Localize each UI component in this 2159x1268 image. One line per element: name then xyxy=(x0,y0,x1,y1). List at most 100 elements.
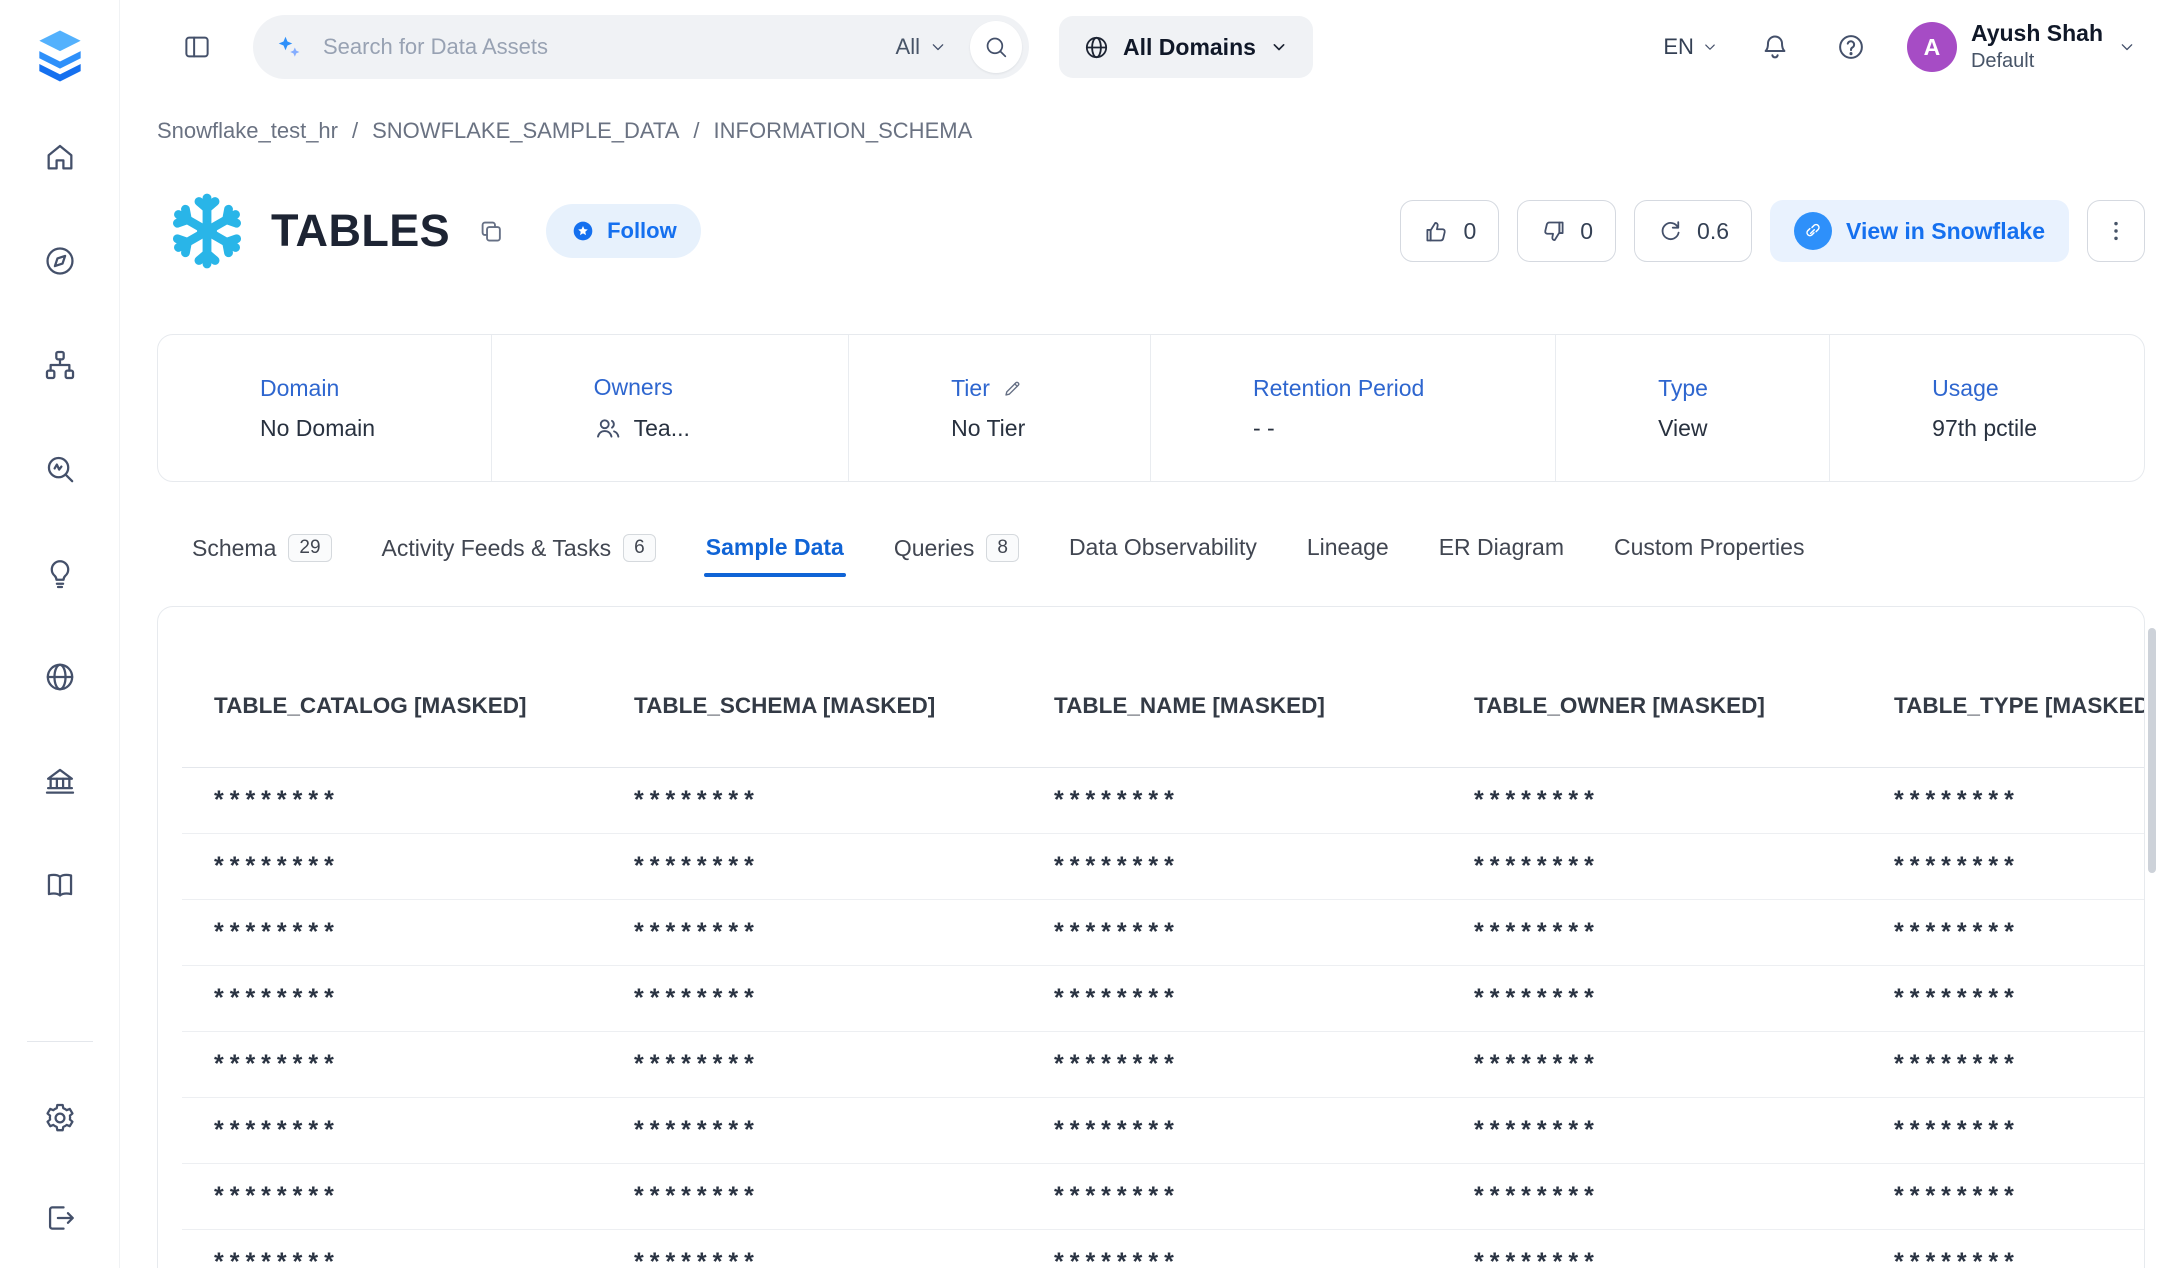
masked-cell: ******** xyxy=(1442,768,1862,834)
tab-data-observability[interactable]: Data Observability xyxy=(1067,530,1259,577)
breadcrumb-item-service[interactable]: Snowflake_test_hr xyxy=(157,118,338,144)
masked-cell: ******** xyxy=(1022,834,1442,900)
summary-value: 97th pctile xyxy=(1932,415,2037,442)
sidebar-item-domains[interactable] xyxy=(36,653,84,701)
table-row: **************************************** xyxy=(182,1230,2145,1268)
copy-name-button[interactable] xyxy=(472,212,510,250)
sidebar-item-data-assets[interactable] xyxy=(36,341,84,389)
summary-label-row[interactable]: Tier xyxy=(951,375,1150,402)
tab-custom-properties[interactable]: Custom Properties xyxy=(1612,530,1806,577)
sidebar-item-logout[interactable] xyxy=(36,1194,84,1242)
sidebar-item-govern[interactable] xyxy=(36,757,84,805)
link-icon xyxy=(1802,220,1824,242)
masked-cell: ******** xyxy=(182,1230,602,1268)
scrollbar-thumb[interactable] xyxy=(2148,628,2156,873)
view-in-service-button[interactable]: View in Snowflake xyxy=(1770,200,2069,262)
masked-cell: ******** xyxy=(1442,1098,1862,1164)
column-header: TABLE_NAME [MASKED] xyxy=(1022,623,1442,768)
summary-label-row[interactable]: Domain xyxy=(260,375,491,402)
tab-lineage[interactable]: Lineage xyxy=(1305,530,1391,577)
tab-label: Data Observability xyxy=(1069,534,1257,561)
tab-schema[interactable]: Schema 29 xyxy=(190,530,334,578)
refresh-icon xyxy=(1657,218,1684,245)
summary-value: No Tier xyxy=(951,415,1025,442)
sidebar-item-settings[interactable] xyxy=(36,1094,84,1142)
masked-cell: ******** xyxy=(1862,1032,2145,1098)
chevron-down-icon xyxy=(1701,38,1719,56)
masked-cell: ******** xyxy=(182,1098,602,1164)
tab-queries[interactable]: Queries 8 xyxy=(892,530,1021,578)
tab-er-diagram[interactable]: ER Diagram xyxy=(1437,530,1566,577)
ai-search-button[interactable] xyxy=(269,27,309,67)
logout-icon xyxy=(43,1201,77,1235)
search-input[interactable] xyxy=(323,34,882,60)
sample-data-table: TABLE_CATALOG [MASKED] TABLE_SCHEMA [MAS… xyxy=(182,623,2145,1268)
sidebar-item-home[interactable] xyxy=(36,133,84,181)
user-menu[interactable]: A Ayush Shah Default xyxy=(1907,20,2137,74)
table-row: **************************************** xyxy=(182,1032,2145,1098)
summary-value-row: - - xyxy=(1253,415,1555,442)
avatar: A xyxy=(1907,22,1957,72)
summary-value: No Domain xyxy=(260,415,375,442)
masked-cell: ******** xyxy=(1862,1230,2145,1268)
domains-dropdown-label: All Domains xyxy=(1123,34,1256,61)
summary-label-row[interactable]: Usage xyxy=(1932,375,2144,402)
global-search: All xyxy=(253,15,1029,79)
search-scope-dropdown[interactable]: All xyxy=(896,34,956,60)
follow-button[interactable]: Follow xyxy=(546,204,701,258)
masked-cell: ******** xyxy=(182,900,602,966)
gear-icon xyxy=(43,1101,77,1135)
summary-label-row[interactable]: Retention Period xyxy=(1253,375,1555,402)
breadcrumb-item-database[interactable]: SNOWFLAKE_SAMPLE_DATA xyxy=(372,118,679,144)
domains-dropdown[interactable]: All Domains xyxy=(1059,16,1313,78)
summary-value-row: No Domain xyxy=(260,415,491,442)
sidebar-item-glossary[interactable] xyxy=(36,861,84,909)
breadcrumb-item-schema[interactable]: INFORMATION_SCHEMA xyxy=(714,118,973,144)
masked-cell: ******** xyxy=(602,1098,1022,1164)
sidebar-item-insights[interactable] xyxy=(36,549,84,597)
search-button[interactable] xyxy=(970,21,1022,73)
masked-cell: ******** xyxy=(1442,1032,1862,1098)
edit-pencil-icon[interactable] xyxy=(1002,378,1023,399)
masked-cell: ******** xyxy=(1022,768,1442,834)
sidebar-item-observability[interactable] xyxy=(36,445,84,493)
tab-label: Custom Properties xyxy=(1614,534,1804,561)
hierarchy-icon xyxy=(43,348,77,382)
quality-score-button[interactable]: 0.6 xyxy=(1634,200,1752,262)
thumbs-down-icon xyxy=(1540,218,1567,245)
sidebar-item-explore[interactable] xyxy=(36,237,84,285)
main-content: All All Domains EN xyxy=(120,0,2159,1268)
summary-label-row[interactable]: Type xyxy=(1658,375,1829,402)
language-selector[interactable]: EN xyxy=(1663,34,1719,60)
sidebar-nav xyxy=(36,133,84,909)
summary-value: - - xyxy=(1253,415,1275,442)
help-button[interactable] xyxy=(1831,27,1871,67)
table-header-row: TABLE_CATALOG [MASKED] TABLE_SCHEMA [MAS… xyxy=(182,623,2145,768)
breadcrumb: Snowflake_test_hr / SNOWFLAKE_SAMPLE_DAT… xyxy=(157,118,2145,144)
search-icon xyxy=(983,34,1009,60)
notifications-button[interactable] xyxy=(1755,27,1795,67)
masked-cell: ******** xyxy=(602,966,1022,1032)
page-title: TABLES xyxy=(271,205,450,257)
copy-icon xyxy=(477,217,505,245)
upvote-button[interactable]: 0 xyxy=(1400,200,1499,262)
masked-cell: ******** xyxy=(182,1164,602,1230)
more-options-button[interactable] xyxy=(2087,200,2145,262)
summary-label-row[interactable]: Owners xyxy=(594,374,848,401)
downvote-button[interactable]: 0 xyxy=(1517,200,1616,262)
team-icon xyxy=(594,414,622,442)
globe-icon xyxy=(43,660,77,694)
tab-sample-data[interactable]: Sample Data xyxy=(704,530,846,577)
tab-count-badge: 6 xyxy=(623,534,656,562)
masked-cell: ******** xyxy=(602,768,1022,834)
app-logo[interactable] xyxy=(29,24,91,91)
sparkle-icon xyxy=(275,33,303,61)
sidebar-toggle-button[interactable] xyxy=(175,25,219,69)
user-name: Ayush Shah xyxy=(1971,20,2103,48)
masked-cell: ******** xyxy=(1022,966,1442,1032)
masked-cell: ******** xyxy=(1862,1164,2145,1230)
kebab-icon xyxy=(2103,218,2129,244)
chevron-down-icon xyxy=(928,37,948,57)
tab-activity-feeds[interactable]: Activity Feeds & Tasks 6 xyxy=(380,530,658,578)
user-team: Default xyxy=(1971,48,2103,74)
